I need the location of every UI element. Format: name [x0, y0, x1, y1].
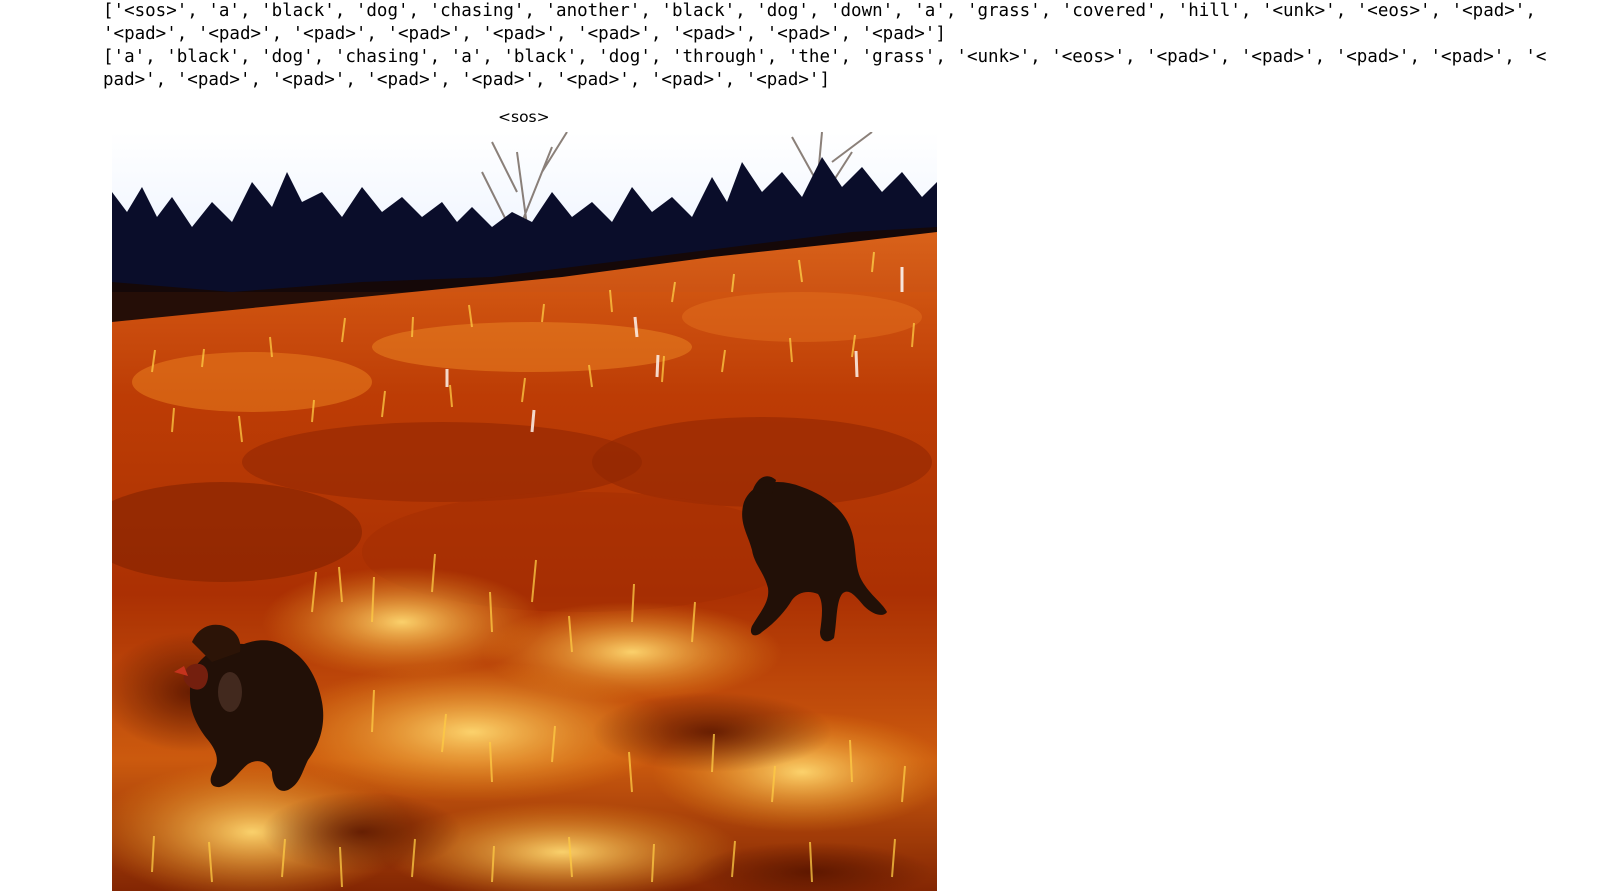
image-plot: [112, 132, 937, 891]
cell-output: ['<sos>', 'a', 'black', 'dog', 'chasing'…: [103, 0, 1563, 92]
output-line: ['<sos>', 'a', 'black', 'dog', 'chasing'…: [103, 1, 1536, 21]
output-line: '<pad>', '<pad>', '<pad>', '<pad>', '<pa…: [103, 24, 946, 44]
dogs-in-field-image: [112, 132, 937, 891]
output-line: ['a', 'black', 'dog', 'chasing', 'a', 'b…: [103, 47, 1547, 67]
output-line: pad>', '<pad>', '<pad>', '<pad>', '<pad>…: [103, 70, 830, 90]
plot-title: <sos>: [498, 108, 550, 126]
